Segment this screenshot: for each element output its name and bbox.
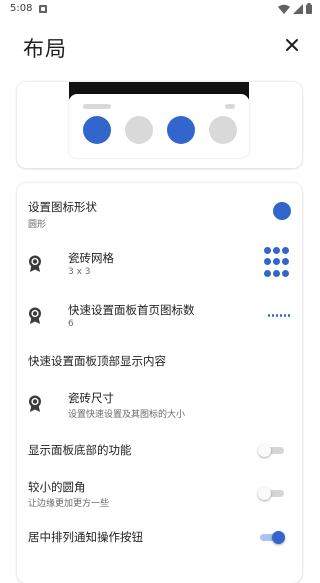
- setting-center-notification-buttons[interactable]: 居中排列通知操作按钮: [17, 521, 302, 551]
- six-dots-icon: [267, 314, 290, 317]
- setting-tile-grid[interactable]: 瓷砖网格 3 x 3: [17, 241, 302, 287]
- setting-show-bottom-features-title: 显示面板底部的功能: [28, 443, 132, 457]
- setting-tile-grid-value: 3 x 3: [68, 267, 91, 277]
- smaller-corners-toggle[interactable]: [258, 487, 284, 500]
- setting-smaller-corners-subtitle: 让边缘更加更方一些: [28, 499, 110, 509]
- battery-icon: [306, 3, 312, 14]
- settings-list: 设置图标形状 圆形 瓷砖网格 3 x 3 快速设置面板首页图标数 6 快速设置面…: [17, 183, 302, 583]
- setting-icon-shape-title: 设置图标形状: [28, 200, 97, 214]
- center-notification-buttons-toggle[interactable]: [260, 531, 285, 544]
- preview-header-indicator: [225, 104, 235, 109]
- setting-tile-grid-title: 瓷砖网格: [68, 251, 114, 265]
- setting-qs-first-page-count-value: 6: [68, 319, 74, 329]
- status-time: 5:08: [10, 3, 33, 14]
- award-badge-icon: [29, 307, 41, 324]
- preview-tile: [167, 116, 195, 144]
- setting-smaller-corners-title: 较小的圆角: [28, 480, 86, 494]
- setting-qs-first-page-count[interactable]: 快速设置面板首页图标数 6: [17, 293, 302, 339]
- setting-tile-size-subtitle: 设置快速设置及其图标的大小: [68, 410, 186, 420]
- award-badge-icon: [29, 255, 41, 272]
- tile-grid-icon: [264, 247, 290, 279]
- circle-shape-icon: [273, 202, 291, 220]
- close-button[interactable]: [284, 37, 300, 53]
- setting-icon-shape[interactable]: 设置图标形状 圆形: [17, 195, 302, 235]
- setting-smaller-corners[interactable]: 较小的圆角 让边缘更加更方一些: [17, 475, 302, 511]
- award-badge-icon: [29, 395, 41, 412]
- notification-icon: [39, 5, 47, 13]
- cell-signal-icon: [293, 3, 303, 14]
- layout-preview-card: [17, 82, 302, 168]
- page-title: 布局: [23, 37, 67, 61]
- preview-tile: [83, 116, 111, 144]
- wifi-icon: [278, 4, 290, 14]
- show-bottom-features-toggle[interactable]: [258, 444, 284, 457]
- setting-qs-top-content[interactable]: 快速设置面板顶部显示内容: [17, 345, 302, 375]
- setting-show-bottom-features[interactable]: 显示面板底部的功能: [17, 435, 302, 465]
- setting-qs-top-content-title: 快速设置面板顶部显示内容: [28, 354, 166, 368]
- preview-tile: [125, 116, 153, 144]
- status-bar: 5:08: [0, 0, 320, 18]
- preview-tile: [209, 116, 237, 144]
- setting-qs-first-page-count-title: 快速设置面板首页图标数: [68, 303, 195, 317]
- preview-header-bar: [83, 104, 111, 109]
- setting-tile-size-title: 瓷砖尺寸: [68, 391, 114, 405]
- setting-tile-size[interactable]: 瓷砖尺寸 设置快速设置及其图标的大小: [17, 381, 302, 427]
- setting-center-notification-buttons-title: 居中排列通知操作按钮: [28, 530, 143, 544]
- preview-quick-settings-panel: [69, 94, 249, 158]
- close-icon: [286, 39, 298, 51]
- status-icons: [278, 3, 312, 14]
- setting-icon-shape-value: 圆形: [28, 220, 47, 230]
